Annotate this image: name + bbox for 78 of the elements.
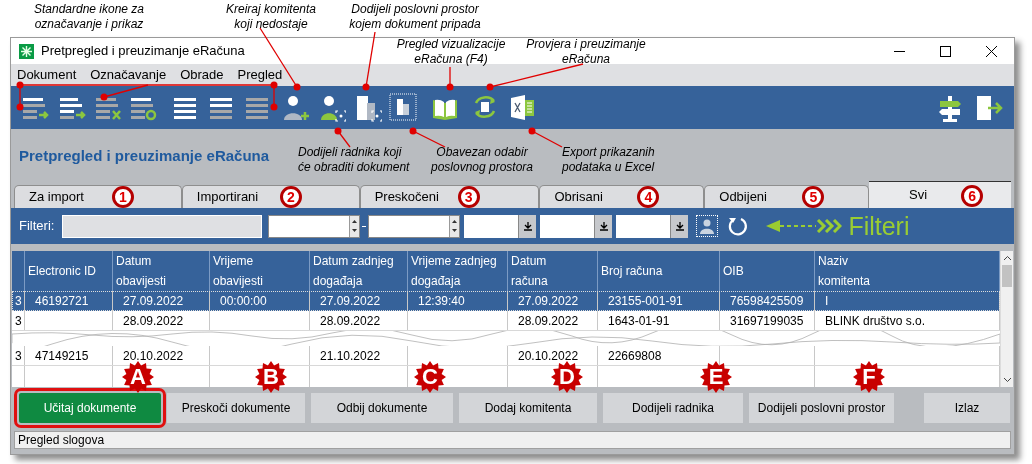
table-cell: 3 <box>12 311 25 330</box>
annotation-text: Obavezan odabir poslovnog prostora <box>429 145 535 175</box>
table-cell: 3 <box>12 346 25 365</box>
table-cell: 47149215 <box>25 346 113 365</box>
step-number-badge: 2 <box>279 186 302 208</box>
annotation-text: Dodijeli poslovni prostor kojem dokument pripada <box>348 2 482 32</box>
leader-line <box>334 127 351 148</box>
tab[interactable]: Za import 1 <box>14 185 182 208</box>
text-field[interactable] <box>62 214 263 238</box>
tab[interactable]: Obrisani 4 <box>539 185 705 208</box>
tab[interactable]: Preskočeni 3 <box>359 185 540 208</box>
step-number-badge: 5 <box>802 186 825 208</box>
table-cell: 31697199035 <box>720 311 815 330</box>
dash <box>362 225 367 227</box>
tab[interactable]: Importirani 2 <box>181 185 360 208</box>
annotation-text: Pregled vizualizacije eRačuna (F4) <box>395 37 507 67</box>
step-letter-badge: B <box>255 361 287 393</box>
leader-line <box>362 31 376 91</box>
leader-line <box>528 127 563 148</box>
step-letter-badge: A <box>122 361 154 393</box>
tab[interactable]: Svi 6 <box>869 181 1011 208</box>
dropdown-field[interactable] <box>540 214 613 238</box>
table-cell: 28.09.2022 <box>113 311 210 330</box>
dropdown-field[interactable] <box>464 214 537 238</box>
table-cell: 28.09.2022 <box>508 311 598 330</box>
scroll-thumb[interactable] <box>1002 265 1012 287</box>
download-arrow-icon[interactable] <box>598 221 609 231</box>
filter-label: Filteri: <box>19 217 55 236</box>
download-arrow-icon[interactable] <box>522 221 533 231</box>
button[interactable]: Izlaz <box>924 393 1010 423</box>
window-title: Pretpregled i preuzimanje eRačuna <box>41 42 245 61</box>
filter-annotation: Filteri <box>848 213 910 239</box>
annotation-text: Export prikazanih podataka u Excel <box>562 145 656 175</box>
scroll-down-icon[interactable] <box>1002 377 1012 383</box>
annotation-text: Dodijeli radnika koji će obraditi dokument <box>298 145 411 175</box>
download-arrow-icon[interactable] <box>674 221 685 231</box>
scrollbar[interactable] <box>1000 251 1013 387</box>
button[interactable]: Preskoči dokumente <box>167 393 305 423</box>
date-field[interactable] <box>268 214 361 238</box>
button[interactable]: Dodijeli poslovni prostor <box>749 393 894 423</box>
menu-item[interactable]: Obrade <box>180 65 224 85</box>
annotation-text: Kreiraj komitenta koji nedostaje <box>224 2 317 32</box>
menu-item[interactable]: Označavanje <box>90 65 167 85</box>
step-number-badge: 3 <box>457 186 480 208</box>
button[interactable]: Odbij dokumente <box>311 393 453 423</box>
table-cell: 28.09.2022 <box>310 311 408 330</box>
menu-item[interactable]: Pregled <box>237 65 283 85</box>
button[interactable]: Dodijeli radnika <box>603 393 743 423</box>
status-bar: Pregled slogova <box>14 431 1011 449</box>
step-number-badge: 4 <box>637 186 660 208</box>
step-letter-badge: D <box>551 361 583 393</box>
date-field[interactable] <box>368 214 461 238</box>
person-icon[interactable] <box>696 215 719 237</box>
page-title: Pretpregled i preuzimanje eRačuna <box>19 145 270 166</box>
annotation-text: Standardne ikone za označavanje i prikaz <box>32 2 146 32</box>
spreadsheet-icon[interactable] <box>509 92 537 123</box>
annotation-text: Provjera i preuzimanje eRačuna <box>525 37 647 67</box>
step-letter-badge: C <box>414 361 446 393</box>
step-letter-badge: F <box>853 361 885 393</box>
dropdown-field[interactable] <box>616 214 689 238</box>
menu-item[interactable]: Dokument <box>17 65 77 85</box>
step-number-badge: 1 <box>112 186 134 208</box>
leader-line <box>446 66 454 91</box>
table-cell: 1643-01-91 <box>598 311 720 330</box>
table-row[interactable]: 3 46192721 27.09.2022 00:00:00 27.09.2022 12:39:40 27.09.2022 23155-001-91 76598425509 I <box>12 291 1000 311</box>
button[interactable]: Dodaj komitenta <box>459 393 597 423</box>
table-row[interactable]: 3 28.09.2022 28.09.2022 28.09.2022 1643-01-91 31697199035 BLINK društvo s.o. <box>12 311 1000 331</box>
step-number-badge: 6 <box>961 185 984 207</box>
step-letter-badge: E <box>700 361 732 393</box>
tab[interactable]: Odbijeni 5 <box>704 185 870 208</box>
table-row[interactable]: 3 47149215 20.10.2022 21.10.2022 20.10.2022 22669808 <box>12 346 1000 366</box>
leader-line <box>409 127 446 148</box>
dashed-arrow-icon <box>766 219 843 233</box>
scroll-up-icon[interactable] <box>1002 255 1012 261</box>
app-icon <box>19 43 34 59</box>
refresh-icon[interactable] <box>726 215 749 237</box>
building-icon[interactable] <box>389 92 417 123</box>
table-cell: 21.10.2022 <box>310 346 408 365</box>
